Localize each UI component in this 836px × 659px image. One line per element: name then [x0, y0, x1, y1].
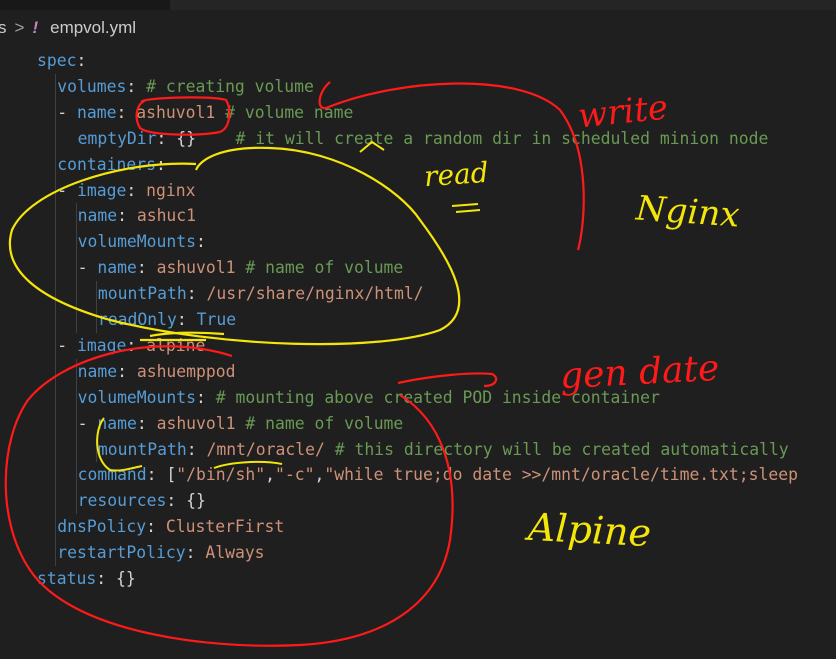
note-nginx: Nginx [634, 188, 741, 236]
yellow-underline-read [451, 203, 481, 213]
note-read: read [422, 155, 490, 194]
note-alpine: Alpine [526, 504, 653, 556]
red-loop-alpine [4, 345, 454, 647]
yellow-loop-nginx [8, 146, 461, 346]
red-arrow-gen-date [397, 372, 498, 388]
yellow-bracket-alpine-mount [96, 417, 143, 472]
handwritten-annotations [4, 81, 585, 647]
yellow-underline-command [213, 460, 283, 469]
yellow-tick-mark [359, 140, 385, 153]
red-circle-volume-name [135, 96, 231, 136]
note-gen-date: gen date [559, 347, 721, 398]
